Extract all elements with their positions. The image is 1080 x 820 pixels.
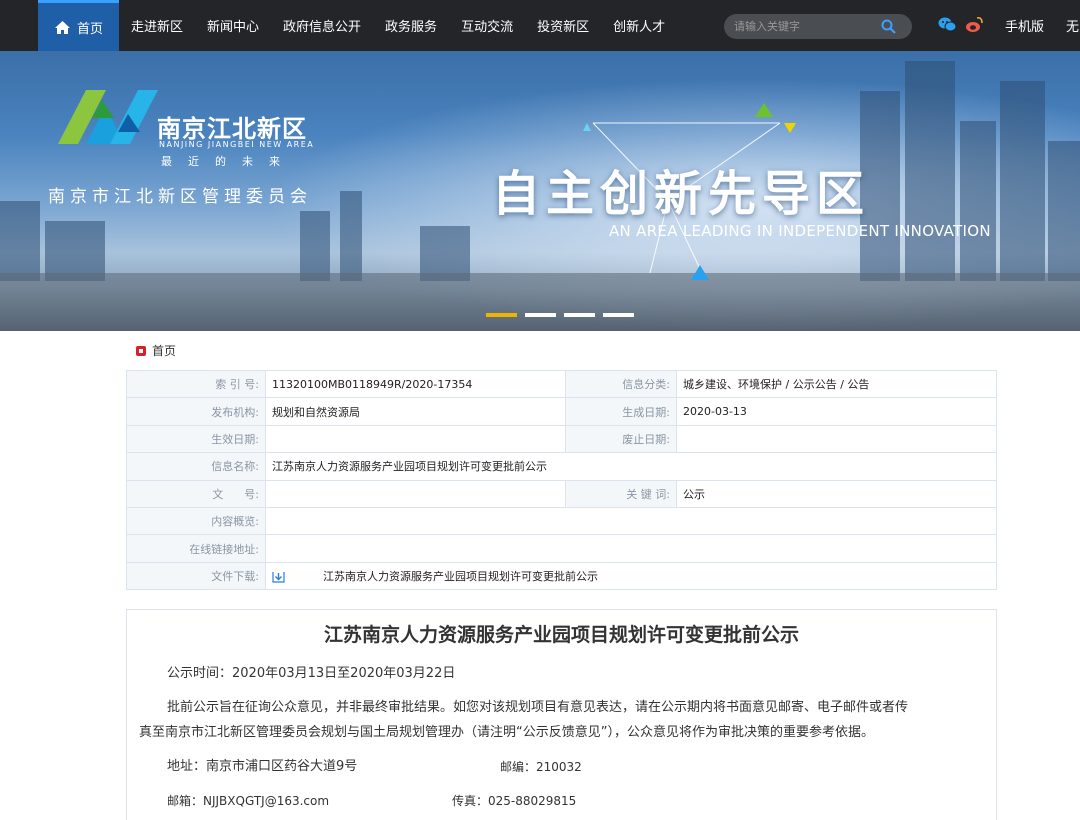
keywords-value: 公示 (676, 479, 997, 508)
nav-item-talent[interactable]: 创新人才 (613, 16, 665, 35)
nav-home[interactable]: 首页 (38, 0, 119, 51)
index-no-value: 11320100MB0118949R/2020-17354 (265, 369, 566, 399)
notice-period: 公示时间：2020年03月13日至2020年03月22日 (167, 666, 456, 681)
keywords-label: 关 键 词: (565, 479, 677, 508)
search-input[interactable] (734, 20, 874, 33)
contact-address: 地址：南京市浦口区药谷大道9号 (167, 759, 358, 774)
table-row: 生效日期: 废止日期: (126, 424, 997, 454)
search-box (724, 14, 912, 39)
info-name-value: 江苏南京人力资源服务产业园项目规划许可变更批前公示 (265, 452, 997, 481)
nav-item-intro[interactable]: 走进新区 (131, 16, 183, 35)
table-row: 在线链接地址: (126, 534, 997, 563)
index-no-label: 索 引 号: (126, 369, 266, 399)
created-date-label: 生成日期: (565, 397, 677, 426)
online-link-label: 在线链接地址: (126, 534, 266, 563)
info-name-label: 信息名称: (126, 452, 266, 481)
notice-body-line2: 真至南京市江北新区管理委员会规划与国土局规划管理办（请注明“公示反馈意见”），公… (139, 725, 874, 740)
slide-dot[interactable] (486, 313, 517, 317)
summary-value (265, 506, 997, 536)
banner-slogan: 自主创新先导区 (492, 166, 871, 222)
table-row: 信息名称: 江苏南京人力资源服务产业园项目规划许可变更批前公示 (126, 452, 997, 481)
effective-date-value (265, 424, 566, 454)
breadcrumb-icon (136, 345, 146, 356)
nav-item-invest[interactable]: 投资新区 (537, 16, 589, 35)
category-value: 城乡建设、环境保护 / 公示公告 / 公告 (676, 369, 997, 399)
nav-home-label: 首页 (76, 21, 103, 37)
hero-banner: 南京江北新区 NANJING JIANGBEI NEW AREA 最近的未来 南… (0, 51, 1080, 331)
table-row: 发布机构: 规划和自然资源局 生成日期: 2020-03-13 (126, 397, 997, 426)
category-label: 信息分类: (565, 369, 677, 399)
publisher-label: 发布机构: (126, 397, 266, 426)
notice-body-line1: 批前公示旨在征询公众意见，并非最终审批结果。如您对该规划项目有意见表达，请在公示… (167, 700, 909, 715)
nav-item-news[interactable]: 新闻中心 (207, 16, 259, 35)
breadcrumb-home[interactable]: 首页 (152, 342, 176, 359)
download-file-link[interactable]: 江苏南京人力资源服务产业园项目规划许可变更批前公示 (323, 570, 598, 583)
jiangbei-logo-icon (58, 90, 158, 144)
table-row: 内容概览: (126, 506, 997, 536)
online-link-value (265, 534, 997, 563)
breadcrumb: 首页 (136, 342, 176, 359)
slide-dot[interactable] (564, 313, 595, 317)
search-icon[interactable] (881, 19, 896, 34)
top-nav: 首页 走进新区 新闻中心 政府信息公开 政务服务 互动交流 投资新区 创新人才 … (0, 0, 1080, 51)
mobile-link[interactable]: 手机版 (1005, 0, 1044, 51)
banner-slogan-english: AN AREA LEADING IN INDEPENDENT INNOVATIO… (609, 222, 991, 240)
slide-dot[interactable] (603, 313, 634, 317)
expiry-date-value (676, 424, 997, 454)
nav-item-gov-info[interactable]: 政府信息公开 (283, 16, 361, 35)
slide-dot[interactable] (525, 313, 556, 317)
table-row: 文件下载: 江苏南京人力资源服务产业园项目规划许可变更批前公示 (126, 561, 997, 591)
social-links (938, 16, 984, 33)
contact-fax: 传真：025-88029815 (452, 794, 577, 808)
contact-email: 邮箱：NJJBXQGTJ@163.com (167, 794, 330, 808)
article-body: 江苏南京人力资源服务产业园项目规划许可变更批前公示 公示时间：2020年03月1… (126, 609, 997, 820)
logo-motto: 最近的未来 (161, 155, 296, 168)
download-cell: 江苏南京人力资源服务产业园项目规划许可变更批前公示 (265, 561, 997, 591)
home-icon (54, 20, 70, 34)
effective-date-label: 生效日期: (126, 424, 266, 454)
created-date-value: 2020-03-13 (676, 397, 997, 426)
download-icon[interactable] (272, 571, 285, 583)
nav-item-interaction[interactable]: 互动交流 (461, 16, 513, 35)
expiry-date-label: 废止日期: (565, 424, 677, 454)
slide-indicators (486, 313, 634, 317)
download-label: 文件下载: (126, 561, 266, 591)
table-row: 文 号: 关 键 词: 公示 (126, 479, 997, 508)
site-logo[interactable]: 南京江北新区 NANJING JIANGBEI NEW AREA 最近的未来 南… (48, 82, 313, 207)
logo-title: 南京江北新区 (157, 114, 307, 143)
logo-english: NANJING JIANGBEI NEW AREA (159, 140, 315, 149)
doc-no-value (265, 479, 566, 508)
accessibility-link[interactable]: 无 (1066, 0, 1079, 51)
nav-items: 走进新区 新闻中心 政府信息公开 政务服务 互动交流 投资新区 创新人才 (131, 0, 689, 51)
nav-item-services[interactable]: 政务服务 (385, 16, 437, 35)
doc-no-label: 文 号: (126, 479, 266, 508)
publisher-value: 规划和自然资源局 (265, 397, 566, 426)
weibo-icon[interactable] (965, 16, 984, 33)
contact-postcode: 邮编：210032 (500, 760, 582, 774)
article-title: 江苏南京人力资源服务产业园项目规划许可变更批前公示 (323, 624, 799, 646)
logo-subtitle: 南京市江北新区管理委员会 (48, 187, 312, 207)
info-table: 索 引 号: 11320100MB0118949R/2020-17354 信息分… (126, 369, 997, 591)
wechat-icon[interactable] (938, 16, 957, 33)
table-row: 索 引 号: 11320100MB0118949R/2020-17354 信息分… (126, 369, 997, 399)
summary-label: 内容概览: (126, 506, 266, 536)
